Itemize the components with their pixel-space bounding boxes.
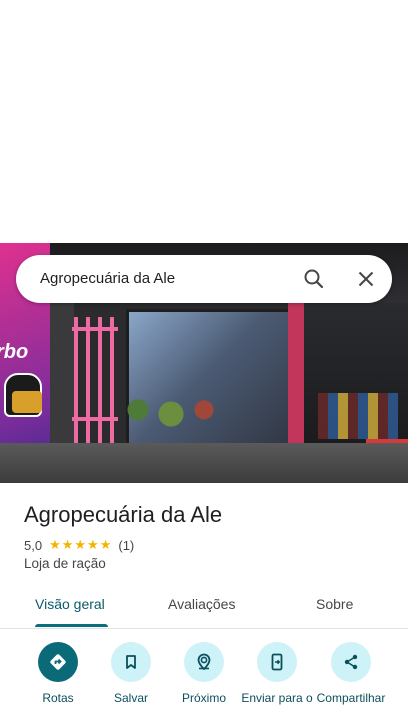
tab-reviews[interactable]: Avaliações — [168, 596, 235, 612]
tab-about[interactable]: Sobre — [316, 596, 353, 612]
tab-bar: Visão geral Avaliações Sobre — [0, 588, 408, 629]
save-button[interactable]: Salvar — [92, 642, 170, 705]
photo-window — [126, 309, 292, 465]
place-title: Agropecuária da Ale — [24, 502, 223, 527]
close-icon[interactable] — [354, 267, 378, 291]
save-label: Salvar — [113, 691, 148, 705]
share-button[interactable]: Compartilhar — [311, 642, 391, 705]
directions-button[interactable]: Rotas — [19, 642, 97, 705]
directions-label: Rotas — [42, 691, 74, 705]
tab-overview[interactable]: Visão geral — [35, 596, 105, 612]
share-label: Compartilhar — [316, 691, 386, 705]
blank-area — [0, 0, 408, 243]
send-to-phone-label: Enviar para o — [241, 691, 313, 705]
active-tab-indicator — [35, 624, 108, 627]
review-count: (1) — [118, 537, 135, 553]
place-category: Loja de ração — [24, 556, 106, 571]
send-to-phone-button[interactable]: Enviar para o — [238, 642, 316, 705]
nearby-label: Próximo — [181, 691, 226, 705]
banner-brand-text: rbo — [0, 341, 29, 363]
rating-value: 5,0 — [24, 537, 43, 553]
photo-shelf — [318, 393, 398, 439]
banner-bag — [12, 391, 42, 413]
search-bar[interactable]: Agropecuária da Ale — [16, 255, 392, 303]
search-icon[interactable] — [302, 267, 326, 291]
photo-pagination-dots — [190, 477, 218, 483]
nearby-button[interactable]: Próximo — [165, 642, 243, 705]
rating-stars: ★★★★★ — [49, 537, 113, 552]
action-bar: Rotas Salvar Próximo Enviar para o Compa… — [0, 640, 408, 726]
search-query[interactable]: Agropecuária da Ale — [40, 270, 175, 287]
photo-plants — [116, 393, 226, 435]
rating-row[interactable]: 5,0 ★★★★★ (1) — [24, 537, 134, 553]
